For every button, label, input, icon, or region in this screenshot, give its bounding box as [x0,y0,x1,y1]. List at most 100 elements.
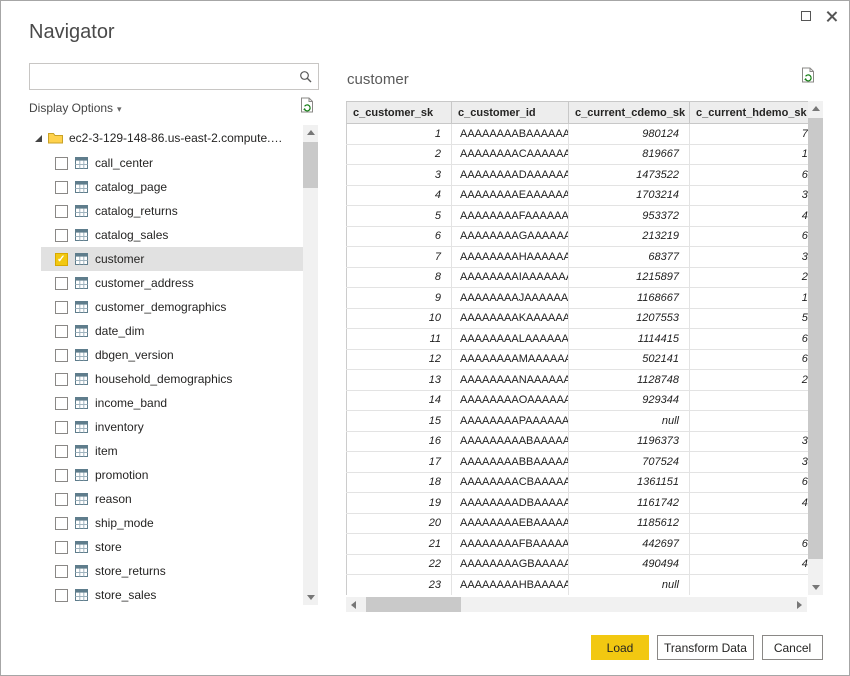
search-icon[interactable] [299,70,312,88]
column-header[interactable]: c_customer_id [451,101,569,124]
checkbox[interactable] [55,444,68,458]
cell: 1207553 [568,308,690,329]
scroll-down-button[interactable] [303,590,318,605]
preview-row[interactable]: 16 AAAAAAAAABAAAAAA 1196373 30 [346,431,809,452]
checkbox[interactable] [55,180,68,194]
tree-item-customer_demographics[interactable]: customer_demographics [41,295,303,319]
checkbox[interactable] [55,372,68,386]
scroll-right-button[interactable] [792,597,807,612]
checkbox[interactable] [55,396,68,410]
tree-item-catalog_returns[interactable]: catalog_returns [41,199,303,223]
tree-root-server[interactable]: ec2-3-129-148-86.us-east-2.compute.amaz.… [29,125,303,151]
preview-row[interactable]: 12 AAAAAAAAMAAAAAAA 502141 65 [346,349,809,370]
preview-row[interactable]: 22 AAAAAAAAGBAAAAAA 490494 45 [346,554,809,575]
tree-items: call_center catalog_page catalog_returns… [29,151,303,607]
scroll-up-button[interactable] [808,101,823,116]
preview-row[interactable]: 18 AAAAAAAACBAAAAAA 1361151 65 [346,472,809,493]
tree-item-store_returns[interactable]: store_returns [41,559,303,583]
checkbox[interactable] [55,300,68,314]
preview-row[interactable]: 14 AAAAAAAAOAAAAAAA 929344 8 [346,390,809,411]
scroll-down-button[interactable] [808,580,823,595]
scrollbar-thumb[interactable] [808,118,823,559]
checkbox[interactable] [55,156,68,170]
cell: AAAAAAAADBAAAAAA [451,492,569,514]
checkbox[interactable] [55,324,68,338]
preview-row[interactable]: 23 AAAAAAAAHBAAAAAA null 6 [346,574,809,595]
cell: 42 [689,492,809,514]
table-icon [75,421,88,433]
tree-item-ship_mode[interactable]: ship_mode [41,511,303,535]
tree-item-dbgen_version[interactable]: dbgen_version [41,343,303,367]
column-header[interactable]: c_customer_sk [346,101,452,124]
checkbox[interactable] [55,588,68,602]
checkbox[interactable] [55,420,68,434]
refresh-preview-icon[interactable] [801,67,816,88]
refresh-list-icon[interactable] [300,97,315,118]
preview-row[interactable]: 11 AAAAAAAALAAAAAAA 1114415 68 [346,328,809,350]
checkbox[interactable] [55,540,68,554]
column-header[interactable]: c_current_hdemo_sk [689,101,809,124]
tree-item-reason[interactable]: reason [41,487,303,511]
tree-item-date_dim[interactable]: date_dim [41,319,303,343]
checkbox[interactable] [55,564,68,578]
cell: 20 [346,513,452,534]
cancel-button[interactable]: Cancel [762,635,823,660]
preview-row[interactable]: 20 AAAAAAAAEBAAAAAA 1185612 4 [346,513,809,534]
preview-row[interactable]: 21 AAAAAAAAFBAAAAAA 442697 65 [346,533,809,555]
preview-row[interactable]: 1 AAAAAAAABAAAAAAA 980124 71 [346,123,809,145]
checkbox[interactable] [55,276,68,290]
tree-item-call_center[interactable]: call_center [41,151,303,175]
search-input[interactable] [36,65,294,88]
tree-item-store_sales[interactable]: store_sales [41,583,303,607]
column-header[interactable]: c_current_cdemo_sk [568,101,690,124]
checkbox[interactable] [55,252,68,266]
preview-row[interactable]: 5 AAAAAAAAFAAAAAAA 953372 44 [346,205,809,227]
checkbox[interactable] [55,492,68,506]
tree-item-promotion[interactable]: promotion [41,463,303,487]
tree-item-customer_address[interactable]: customer_address [41,271,303,295]
checkbox[interactable] [55,348,68,362]
cell: 32 [689,246,809,268]
preview-row[interactable]: 10 AAAAAAAAKAAAAAAA 1207553 51 [346,308,809,329]
preview-row[interactable]: 8 AAAAAAAAIAAAAAAA 1215897 24 [346,267,809,288]
preview-row[interactable]: 6 AAAAAAAAGAAAAAAA 213219 63 [346,226,809,247]
tree-item-label: item [95,444,118,458]
close-button[interactable] [823,7,841,25]
scroll-left-button[interactable] [346,597,361,612]
preview-row[interactable]: 4 AAAAAAAAEAAAAAAA 1703214 39 [346,185,809,206]
display-options-dropdown[interactable]: Display Options ▾ [29,101,122,115]
cell: 14 [346,390,452,411]
checkbox[interactable] [55,204,68,218]
scrollbar-thumb[interactable] [366,597,461,612]
tree-item-catalog_page[interactable]: catalog_page [41,175,303,199]
checkbox[interactable] [55,468,68,482]
preview-row[interactable]: 9 AAAAAAAAJAAAAAAA 1168667 14 [346,287,809,309]
preview-row[interactable]: 15 AAAAAAAAPAAAAAAA null 9 [346,410,809,432]
preview-row[interactable]: 19 AAAAAAAADBAAAAAA 1161742 42 [346,492,809,514]
preview-row[interactable]: 7 AAAAAAAAHAAAAAAA 68377 32 [346,246,809,268]
transform-data-button[interactable]: Transform Data [657,635,754,660]
maximize-button[interactable] [797,7,815,25]
tree-item-store[interactable]: store [41,535,303,559]
tree-item-item[interactable]: item [41,439,303,463]
cell: AAAAAAAAKAAAAAAA [451,308,569,329]
preview-row[interactable]: 2 AAAAAAAACAAAAAAA 819667 14 [346,144,809,165]
tree-item-inventory[interactable]: inventory [41,415,303,439]
preview-row[interactable]: 3 AAAAAAAADAAAAAAA 1473522 62 [346,164,809,186]
tree-item-income_band[interactable]: income_band [41,391,303,415]
tree-scrollbar[interactable] [303,125,318,605]
load-button[interactable]: Load [591,635,649,660]
tree-item-customer[interactable]: customer [41,247,303,271]
tree-item-catalog_sales[interactable]: catalog_sales [41,223,303,247]
collapse-triangle-icon[interactable] [35,134,42,142]
checkbox[interactable] [55,228,68,242]
scrollbar-thumb[interactable] [303,142,318,188]
preview-row[interactable]: 17 AAAAAAAABBAAAAAA 707524 38 [346,451,809,473]
cell: AAAAAAAAIAAAAAAA [451,267,569,288]
tree-item-household_demographics[interactable]: household_demographics [41,367,303,391]
preview-vertical-scrollbar[interactable] [808,101,823,595]
checkbox[interactable] [55,516,68,530]
preview-row[interactable]: 13 AAAAAAAANAAAAAAA 1128748 27 [346,369,809,391]
preview-horizontal-scrollbar[interactable] [346,597,807,612]
scroll-up-button[interactable] [303,125,318,140]
